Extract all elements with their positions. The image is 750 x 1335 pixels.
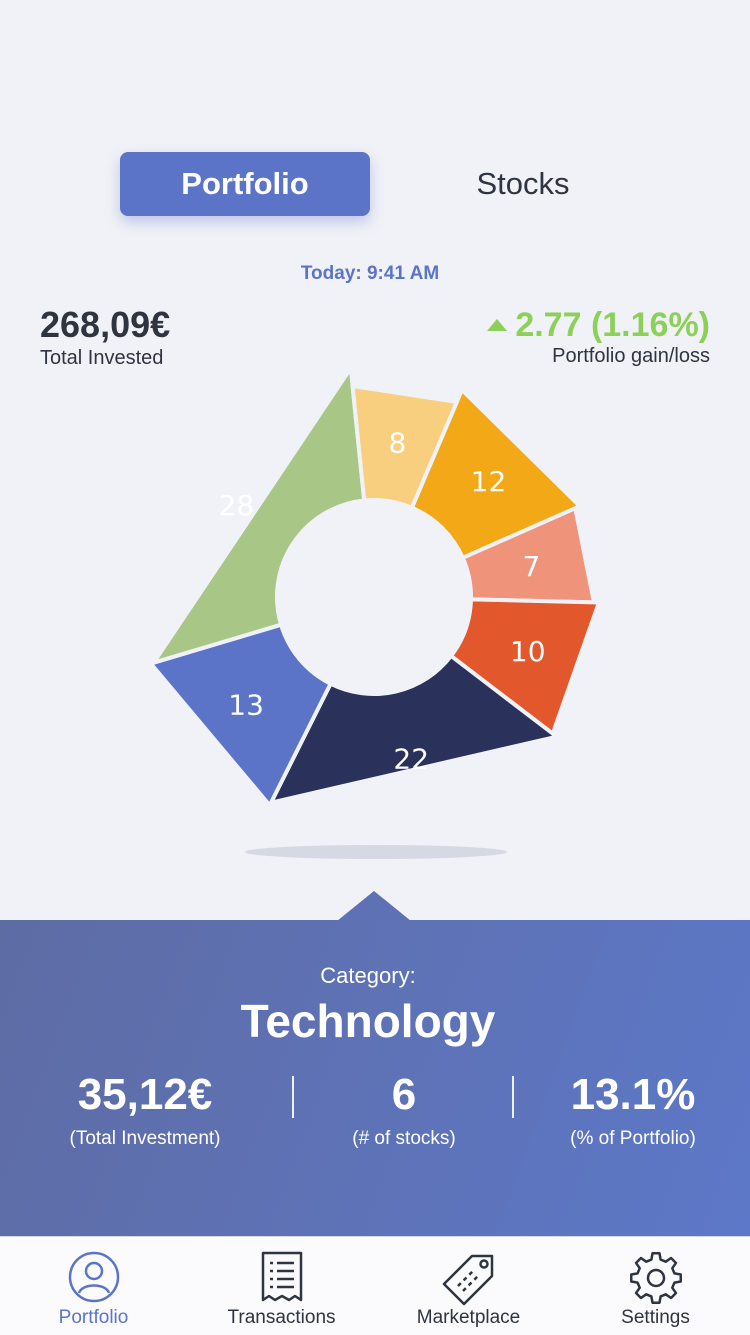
nav-item-marketplace[interactable]: Marketplace xyxy=(375,1237,562,1335)
user-icon xyxy=(68,1251,119,1303)
slice-value-label: 13 xyxy=(228,688,264,721)
stat-label: (# of stocks) xyxy=(352,1128,456,1149)
stat-value: 6 xyxy=(391,1070,417,1119)
chart-shadow xyxy=(245,845,507,859)
nav-label: Transactions xyxy=(227,1307,336,1328)
portfolio-gain-value: 2.77 (1.16%) xyxy=(515,306,710,344)
slice-value-label: 8 xyxy=(388,426,406,459)
slice-value-label: 28 xyxy=(219,489,255,522)
panel-pointer xyxy=(337,891,411,921)
tab-portfolio[interactable]: Portfolio xyxy=(120,152,370,216)
stat-label: (% of Portfolio) xyxy=(570,1128,696,1149)
portfolio-donut-chart[interactable]: 12 7 10 22 13 28 8 xyxy=(0,360,750,840)
donut-slice[interactable] xyxy=(151,366,367,665)
nav-label: Portfolio xyxy=(58,1307,129,1328)
arrow-up-icon xyxy=(487,318,508,331)
stat-number-of-stocks: 6 (# of stocks) xyxy=(300,1070,508,1150)
portfolio-gain: 2.77 (1.16%) xyxy=(487,306,710,345)
tab-stocks[interactable]: Stocks xyxy=(398,152,648,216)
category-name: Technology xyxy=(240,995,496,1047)
stat-value: 35,12€ xyxy=(77,1070,213,1119)
nav-item-settings[interactable]: Settings xyxy=(562,1237,749,1335)
stat-value: 13.1% xyxy=(570,1070,696,1119)
nav-item-portfolio[interactable]: Portfolio xyxy=(0,1237,187,1335)
nav-label: Settings xyxy=(621,1307,690,1328)
category-panel: Category: Technology 35,12€ (Total Inves… xyxy=(0,920,750,1236)
category-label: Category: xyxy=(320,963,416,988)
gear-icon xyxy=(629,1251,682,1305)
slice-value-label: 12 xyxy=(471,465,507,498)
segmented-control: Portfolio Stocks xyxy=(0,152,750,216)
slice-value-label: 7 xyxy=(523,550,541,583)
bottom-tab-bar: Portfolio Transactions Marketplace Setti… xyxy=(0,1236,750,1335)
divider xyxy=(292,1076,294,1118)
timestamp: Today: 9:41 AM xyxy=(300,263,440,284)
nav-item-transactions[interactable]: Transactions xyxy=(188,1237,375,1335)
receipt-icon xyxy=(261,1251,302,1302)
stat-label: (Total Investment) xyxy=(69,1128,221,1149)
stat-total-investment: 35,12€ (Total Investment) xyxy=(40,1070,250,1150)
nav-label: Marketplace xyxy=(416,1307,521,1328)
slice-value-label: 10 xyxy=(510,635,546,668)
stat-percent-of-portfolio: 13.1% (% of Portfolio) xyxy=(522,1070,744,1150)
divider xyxy=(512,1076,514,1118)
tag-icon xyxy=(442,1254,493,1306)
slice-value-label: 22 xyxy=(393,742,429,775)
total-invested-value: 268,09€ xyxy=(40,304,171,345)
